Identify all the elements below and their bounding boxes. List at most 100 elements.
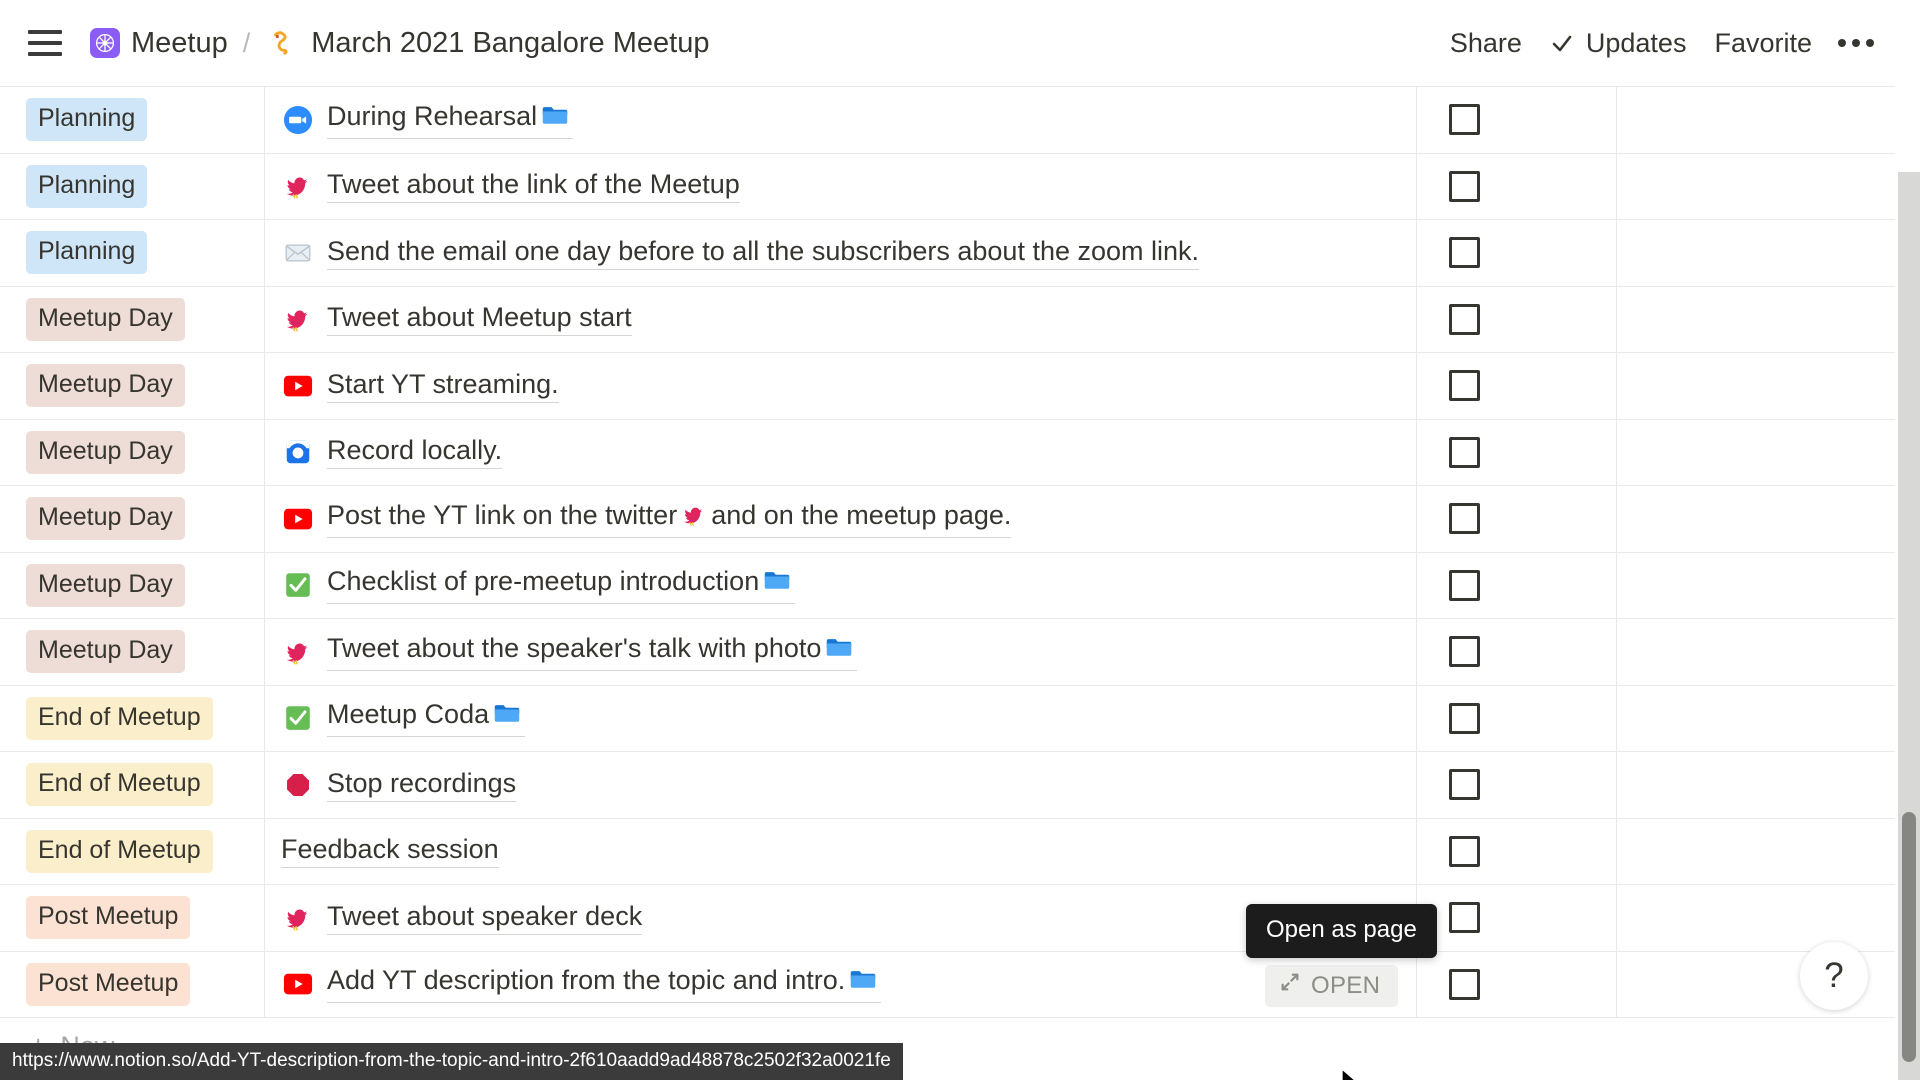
checkbox-cell[interactable] [1416,685,1616,751]
checkbox[interactable] [1449,170,1480,202]
table-row[interactable]: Planning During Rehearsal [0,87,1895,154]
page-link[interactable]: Add YT description from the topic and in… [327,965,882,1004]
empty-cell[interactable] [1616,419,1895,485]
empty-cell[interactable] [1616,752,1895,818]
breadcrumb-page[interactable]: March 2021 Bangalore Meetup [265,26,709,60]
empty-cell[interactable] [1616,87,1895,153]
status-cell[interactable]: End of Meetup [0,686,264,752]
status-cell[interactable]: End of Meetup [0,752,264,818]
empty-cell[interactable] [1616,486,1895,552]
name-cell[interactable]: Checklist of pre-meetup introduction [264,552,1416,618]
name-cell[interactable]: Post the YT link on the twitter and on th… [264,486,1416,552]
hamburger-menu-icon[interactable] [28,30,62,56]
checkbox[interactable] [1449,835,1480,867]
status-cell[interactable]: Meetup Day [0,287,264,353]
checkbox-cell[interactable] [1416,552,1616,618]
page-link[interactable]: Tweet about Meetup start [327,302,632,337]
name-cell[interactable]: Tweet about speaker deck [264,885,1416,951]
breadcrumb-workspace[interactable]: Meetup [90,27,228,60]
more-options-button[interactable] [1826,33,1890,53]
checkbox-cell[interactable] [1416,486,1616,552]
checkbox-cell[interactable] [1416,220,1616,286]
empty-cell[interactable] [1616,885,1895,951]
checkbox[interactable] [1449,968,1480,1000]
checkbox-cell[interactable] [1416,419,1616,485]
checkbox[interactable] [1449,436,1480,468]
status-cell[interactable]: Post Meetup [0,952,264,1018]
name-cell[interactable]: During Rehearsal [264,87,1416,153]
page-link[interactable]: Meetup Coda [327,699,526,738]
table-row[interactable]: End of Meetup Meetup Coda [0,685,1895,752]
status-cell[interactable]: Meetup Day [0,553,264,619]
name-cell[interactable]: Tweet about the speaker's talk with phot… [264,619,1416,685]
checkbox[interactable] [1449,702,1480,734]
table-row[interactable]: Meetup Day Tweet about the speaker's talk… [0,619,1895,686]
updates-button[interactable]: Updates [1536,22,1701,65]
name-cell[interactable]: Meetup Coda [264,685,1416,751]
page-link[interactable]: Checklist of pre-meetup introduction [327,566,796,605]
scrollbar-thumb[interactable] [1902,812,1916,1062]
checkbox[interactable] [1449,237,1480,269]
status-cell[interactable]: Meetup Day [0,420,264,486]
checkbox[interactable] [1449,303,1480,335]
status-cell[interactable]: Meetup Day [0,353,264,419]
status-cell[interactable]: Meetup Day [0,486,264,552]
table-row[interactable]: Post Meetup Tweet about speaker deck [0,885,1895,952]
checkbox[interactable] [1449,370,1480,402]
table-row[interactable]: Meetup Day Checklist of pre-meetup introd… [0,552,1895,619]
status-cell[interactable]: Post Meetup [0,885,264,951]
table-row[interactable]: Planning Tweet about the link of the Meet… [0,153,1895,220]
table-row[interactable]: End of Meetup Stop recordings [0,752,1895,819]
empty-cell[interactable] [1616,220,1895,286]
checkbox-cell[interactable] [1416,752,1616,818]
page-link[interactable]: Feedback session [281,834,499,869]
checkbox-cell[interactable] [1416,153,1616,219]
page-link[interactable]: Send the email one day before to all the… [327,236,1200,270]
page-link[interactable]: Start YT streaming. [327,369,559,403]
status-cell[interactable]: Meetup Day [0,619,264,685]
name-cell[interactable]: Start YT streaming. [264,353,1416,419]
empty-cell[interactable] [1616,286,1895,352]
table-row[interactable]: Planning Send the email one day before to… [0,220,1895,287]
checkbox[interactable] [1449,569,1480,601]
name-cell[interactable]: Add YT description from the topic and in… [264,951,1416,1017]
share-button[interactable]: Share [1436,22,1536,65]
checkbox[interactable] [1449,902,1480,934]
favorite-button[interactable]: Favorite [1700,22,1826,65]
checkbox-cell[interactable] [1416,286,1616,352]
name-cell[interactable]: Record locally. [264,419,1416,485]
empty-cell[interactable] [1616,818,1895,884]
help-button[interactable]: ? [1800,942,1868,1010]
page-link[interactable]: Tweet about the speaker's talk with phot… [327,633,858,671]
page-link[interactable]: Record locally. [327,435,503,470]
empty-cell[interactable] [1616,552,1895,618]
status-cell[interactable]: Planning [0,87,264,153]
checkbox[interactable] [1449,104,1480,136]
name-cell[interactable]: Feedback session [264,818,1416,884]
checkbox[interactable] [1449,636,1480,668]
checkbox-cell[interactable] [1416,619,1616,685]
checkbox[interactable] [1449,769,1480,801]
checkbox-cell[interactable] [1416,951,1616,1017]
table-row[interactable]: Meetup Day Tweet about Meetup start [0,286,1895,353]
page-link[interactable]: Tweet about speaker deck [327,901,643,935]
checkbox-cell[interactable] [1416,87,1616,153]
status-cell[interactable]: End of Meetup [0,819,264,885]
checkbox-cell[interactable] [1416,818,1616,884]
table-row[interactable]: End of Meetup Feedback session [0,818,1895,885]
page-link[interactable]: Stop recordings [327,768,517,802]
checkbox-cell[interactable] [1416,885,1616,951]
name-cell[interactable]: Stop recordings [264,752,1416,818]
empty-cell[interactable] [1616,685,1895,751]
status-cell[interactable]: Planning [0,220,264,286]
vertical-scrollbar[interactable] [1898,172,1920,1080]
table-row[interactable]: Post Meetup Add YT description from the t… [0,903,1895,1018]
name-cell[interactable]: Tweet about the link of the Meetup [264,153,1416,219]
page-link[interactable]: Tweet about the link of the Meetup [327,169,740,204]
empty-cell[interactable] [1616,619,1895,685]
page-link[interactable]: Post the YT link on the twitter and on th… [327,500,1012,538]
open-as-page-button[interactable]: OPEN [1265,964,1399,1007]
page-link[interactable]: During Rehearsal [327,101,574,139]
empty-cell[interactable] [1616,353,1895,419]
table-row[interactable]: Meetup Day Start YT streaming. [0,353,1895,420]
